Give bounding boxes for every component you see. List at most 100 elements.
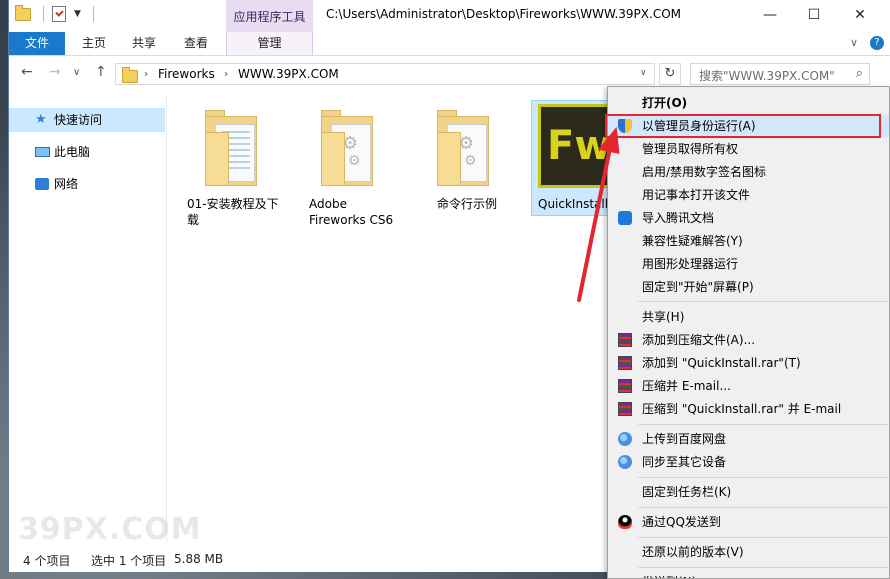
file-name-label: QuickInstall [538, 197, 609, 211]
file-name-label: Adobe Fireworks CS6 [309, 196, 409, 228]
help-icon[interactable]: ? [870, 36, 884, 50]
menu-divider [638, 537, 888, 538]
file-name-line: 载 [187, 213, 200, 227]
menu-item-share[interactable]: 共享(H) [608, 306, 889, 328]
search-input[interactable]: 搜索"WWW.39PX.COM" ⌕ [690, 63, 870, 85]
item-count: 4 个项目 [23, 554, 71, 568]
menu-item-label: 同步至其它设备 [642, 455, 727, 469]
breadcrumb-current[interactable]: WWW.39PX.COM [238, 67, 339, 81]
address-dropdown-icon[interactable]: ∨ [640, 68, 647, 78]
file-name-line: Fireworks CS6 [309, 213, 394, 227]
menu-item-label: 添加到压缩文件(A)... [642, 333, 756, 347]
close-button[interactable]: ✕ [837, 0, 883, 30]
menu-item-pin-taskbar[interactable]: 固定到任务栏(K) [608, 481, 889, 503]
menu-item-open[interactable]: 打开(O) [608, 92, 889, 114]
baidu-netdisk-icon [618, 455, 632, 469]
menu-divider [638, 567, 888, 568]
menu-item-baidu-upload[interactable]: 上传到百度网盘 [608, 428, 889, 450]
selected-count: 选中 1 个项目 [91, 554, 167, 568]
menu-divider [638, 424, 888, 425]
navigation-pane: ★ 快速访问 此电脑 网络 [9, 96, 167, 542]
tab-view[interactable]: 查看 [175, 32, 217, 55]
tab-share[interactable]: 共享 [123, 32, 165, 55]
menu-item-label: 固定到"开始"屏幕(P) [642, 280, 754, 294]
folder-icon: ⚙ ⚙ [321, 110, 373, 186]
menu-item-send-to[interactable]: 发送到(N) [608, 571, 889, 578]
tab-file[interactable]: 文件 [9, 32, 65, 55]
sidebar-item-network[interactable]: 网络 [9, 172, 165, 196]
winrar-icon [618, 402, 632, 416]
winrar-icon [618, 379, 632, 393]
menu-item-add-rar[interactable]: 添加到 "QuickInstall.rar"(T) [608, 352, 889, 374]
menu-divider [638, 301, 888, 302]
menu-item-label: 压缩到 "QuickInstall.rar" 并 E-mail [642, 402, 842, 416]
properties-icon[interactable] [52, 6, 66, 22]
menu-item-label: 兼容性疑难解答(Y) [642, 234, 743, 248]
sidebar-item-label: 快速访问 [54, 113, 103, 127]
tab-manage[interactable]: 管理 [226, 32, 313, 55]
menu-item-label: 固定到任务栏(K) [642, 485, 732, 499]
winrar-icon [618, 356, 632, 370]
network-icon [35, 178, 49, 190]
breadcrumb-separator[interactable]: › [224, 67, 228, 80]
menu-item-tencent-docs[interactable]: 导入腾讯文档 [608, 207, 889, 229]
maximize-button[interactable]: ☐ [791, 0, 837, 30]
menu-divider [638, 477, 888, 478]
recent-locations-icon[interactable]: ∨ [73, 67, 80, 78]
breadcrumb-separator[interactable]: › [144, 67, 148, 80]
customize-toolbar-icon[interactable]: ▼ [74, 9, 81, 19]
menu-item-compress-rar-email[interactable]: 压缩到 "QuickInstall.rar" 并 E-mail [608, 398, 889, 420]
menu-item-pin-start[interactable]: 固定到"开始"屏幕(P) [608, 276, 889, 298]
menu-item-label: 通过QQ发送到 [642, 515, 721, 529]
watermark: 39PX.COM [18, 512, 202, 547]
quick-access-toolbar: ▼ [15, 4, 94, 22]
sidebar-item-this-pc[interactable]: 此电脑 [9, 140, 165, 164]
menu-item-compress-email[interactable]: 压缩并 E-mail... [608, 375, 889, 397]
menu-item-label: 用图形处理器运行 [642, 257, 739, 271]
folder-icon[interactable] [15, 4, 31, 21]
menu-item-compatibility[interactable]: 兼容性疑难解答(Y) [608, 230, 889, 252]
qq-icon [618, 515, 632, 529]
address-bar[interactable]: › Fireworks › WWW.39PX.COM [115, 63, 655, 85]
refresh-button[interactable]: ↻ [659, 63, 681, 85]
menu-item-run-gpu[interactable]: 用图形处理器运行 [608, 253, 889, 275]
menu-item-take-ownership[interactable]: 管理员取得所有权 [608, 138, 889, 160]
app-tools-context-title: 应用程序工具 [226, 0, 313, 32]
menu-item-restore-versions[interactable]: 还原以前的版本(V) [608, 541, 889, 563]
breadcrumb-fireworks[interactable]: Fireworks [158, 67, 215, 81]
menu-item-label: 压缩并 E-mail... [642, 379, 731, 393]
file-name-label: 命令行示例 [437, 196, 537, 212]
fireworks-app-icon: Fw [538, 104, 610, 188]
highlight-box [605, 114, 881, 138]
back-arrow-icon[interactable]: ← [21, 64, 33, 80]
menu-item-label: 导入腾讯文档 [642, 211, 715, 225]
tencent-docs-icon [618, 211, 632, 225]
file-name-line: Adobe [309, 197, 347, 211]
tab-home[interactable]: 主页 [73, 32, 115, 55]
menu-item-send-qq[interactable]: 通过QQ发送到 [608, 511, 889, 533]
forward-arrow-icon[interactable]: → [49, 64, 61, 80]
sidebar-item-quick-access[interactable]: ★ 快速访问 [9, 108, 165, 132]
search-placeholder: 搜索"WWW.39PX.COM" [699, 69, 835, 83]
window-title: C:\Users\Administrator\Desktop\Fireworks… [326, 7, 681, 21]
folder-icon [122, 67, 138, 83]
folder-icon: ⚙ ⚙ [437, 110, 489, 186]
menu-item-open-notepad[interactable]: 用记事本打开该文件 [608, 184, 889, 206]
menu-item-label: 上传到百度网盘 [642, 432, 727, 446]
file-item-quickinstall[interactable]: Fw QuickInstall [531, 100, 611, 216]
menu-item-add-archive[interactable]: 添加到压缩文件(A)... [608, 329, 889, 351]
up-arrow-icon[interactable]: ↑ [95, 64, 107, 80]
expand-ribbon-icon[interactable]: ∨ [850, 36, 858, 50]
menu-item-label: 用记事本打开该文件 [642, 188, 751, 202]
selected-size: 5.88 MB [174, 552, 224, 566]
menu-item-sync-devices[interactable]: 同步至其它设备 [608, 451, 889, 473]
menu-item-label: 启用/禁用数字签名图标 [642, 165, 767, 179]
sidebar-item-label: 网络 [54, 177, 79, 191]
menu-item-signature-icon[interactable]: 启用/禁用数字签名图标 [608, 161, 889, 183]
winrar-icon [618, 333, 632, 347]
menu-item-label: 共享(H) [642, 310, 685, 324]
file-name-label: 01-安装教程及下 载 [187, 196, 287, 228]
menu-divider [638, 507, 888, 508]
minimize-button[interactable]: — [747, 0, 793, 30]
search-icon[interactable]: ⌕ [856, 66, 863, 81]
